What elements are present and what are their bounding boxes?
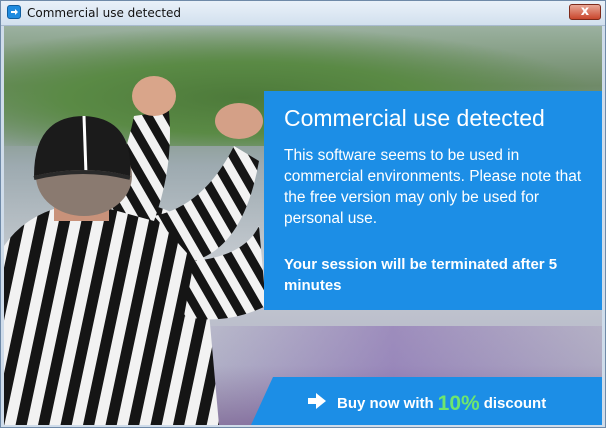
- discount-percent: 10%: [437, 392, 480, 415]
- panel-body-text: This software seems to be used in commer…: [284, 147, 582, 227]
- close-icon: x: [580, 4, 590, 19]
- buy-now-label: Buy now with 10% discount: [337, 390, 547, 415]
- buy-suffix: discount: [483, 395, 547, 412]
- title-bar[interactable]: Commercial use detected x: [1, 1, 605, 26]
- arrow-right-icon: [308, 393, 326, 409]
- dialog-content: Commercial use detected This software se…: [4, 26, 602, 425]
- buy-prefix: Buy now with: [337, 395, 434, 412]
- app-icon: [7, 5, 21, 19]
- buy-now-button[interactable]: Buy now with 10% discount: [251, 377, 602, 425]
- close-button[interactable]: x: [569, 4, 601, 20]
- window-title: Commercial use detected: [27, 6, 182, 20]
- session-warning: Your session will be terminated after 5 …: [284, 256, 558, 294]
- dialog-window: Commercial use detected x Commercial use…: [0, 0, 606, 428]
- panel-title: Commercial use detected: [284, 105, 545, 131]
- referee-photo: [4, 76, 266, 425]
- info-panel: Commercial use detected This software se…: [264, 91, 602, 310]
